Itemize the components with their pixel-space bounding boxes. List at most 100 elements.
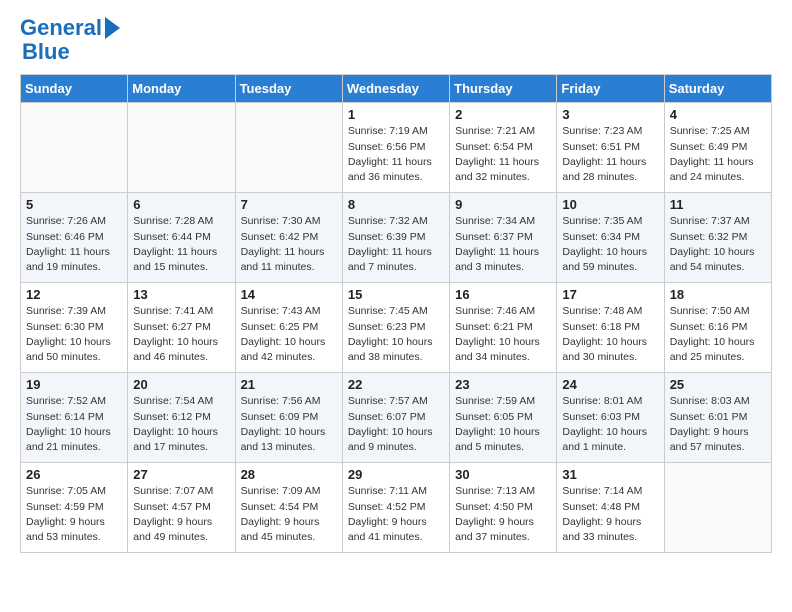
day-info: Sunrise: 7:21 AM Sunset: 6:54 PM Dayligh… [455, 124, 551, 185]
day-number: 5 [26, 197, 122, 212]
calendar-cell: 1 Sunrise: 7:19 AM Sunset: 6:56 PM Daylig… [342, 103, 449, 193]
calendar-cell [128, 103, 235, 193]
day-number: 9 [455, 197, 551, 212]
day-number: 14 [241, 287, 337, 302]
day-number: 26 [26, 467, 122, 482]
day-info: Sunrise: 7:46 AM Sunset: 6:21 PM Dayligh… [455, 304, 551, 365]
day-info: Sunrise: 7:56 AM Sunset: 6:09 PM Dayligh… [241, 394, 337, 455]
calendar-cell: 9 Sunrise: 7:34 AM Sunset: 6:37 PM Daylig… [450, 193, 557, 283]
calendar-table: SundayMondayTuesdayWednesdayThursdayFrid… [20, 74, 772, 553]
day-info: Sunrise: 7:14 AM Sunset: 4:48 PM Dayligh… [562, 484, 658, 545]
day-number: 7 [241, 197, 337, 212]
weekday-header: Saturday [664, 75, 771, 103]
calendar-cell: 21 Sunrise: 7:56 AM Sunset: 6:09 PM Dayli… [235, 373, 342, 463]
calendar-cell: 19 Sunrise: 7:52 AM Sunset: 6:14 PM Dayli… [21, 373, 128, 463]
day-number: 27 [133, 467, 229, 482]
calendar-cell: 26Sunrise: 7:05 AM Sunset: 4:59 PM Dayli… [21, 463, 128, 553]
calendar-week-row: 26Sunrise: 7:05 AM Sunset: 4:59 PM Dayli… [21, 463, 772, 553]
day-info: Sunrise: 7:23 AM Sunset: 6:51 PM Dayligh… [562, 124, 658, 185]
day-number: 6 [133, 197, 229, 212]
day-info: Sunrise: 7:48 AM Sunset: 6:18 PM Dayligh… [562, 304, 658, 365]
day-info: Sunrise: 7:39 AM Sunset: 6:30 PM Dayligh… [26, 304, 122, 365]
day-info: Sunrise: 7:30 AM Sunset: 6:42 PM Dayligh… [241, 214, 337, 275]
day-info: Sunrise: 8:01 AM Sunset: 6:03 PM Dayligh… [562, 394, 658, 455]
calendar-cell: 13Sunrise: 7:41 AM Sunset: 6:27 PM Dayli… [128, 283, 235, 373]
calendar-cell: 11Sunrise: 7:37 AM Sunset: 6:32 PM Dayli… [664, 193, 771, 283]
calendar-week-row: 5Sunrise: 7:26 AM Sunset: 6:46 PM Daylig… [21, 193, 772, 283]
logo-text: General [20, 16, 102, 40]
calendar-cell: 7 Sunrise: 7:30 AM Sunset: 6:42 PM Daylig… [235, 193, 342, 283]
day-number: 16 [455, 287, 551, 302]
calendar-cell: 6Sunrise: 7:28 AM Sunset: 6:44 PM Daylig… [128, 193, 235, 283]
calendar-cell: 27 Sunrise: 7:07 AM Sunset: 4:57 PM Dayli… [128, 463, 235, 553]
day-number: 12 [26, 287, 122, 302]
calendar-cell: 24 Sunrise: 8:01 AM Sunset: 6:03 PM Dayli… [557, 373, 664, 463]
calendar-cell: 15 Sunrise: 7:45 AM Sunset: 6:23 PM Dayli… [342, 283, 449, 373]
day-number: 28 [241, 467, 337, 482]
calendar-cell: 4 Sunrise: 7:25 AM Sunset: 6:49 PM Daylig… [664, 103, 771, 193]
calendar-week-row: 12 Sunrise: 7:39 AM Sunset: 6:30 PM Dayli… [21, 283, 772, 373]
day-info: Sunrise: 7:45 AM Sunset: 6:23 PM Dayligh… [348, 304, 444, 365]
header-row: SundayMondayTuesdayWednesdayThursdayFrid… [21, 75, 772, 103]
calendar-cell: 16 Sunrise: 7:46 AM Sunset: 6:21 PM Dayli… [450, 283, 557, 373]
day-number: 18 [670, 287, 766, 302]
calendar-cell [664, 463, 771, 553]
calendar-cell: 10Sunrise: 7:35 AM Sunset: 6:34 PM Dayli… [557, 193, 664, 283]
day-info: Sunrise: 7:07 AM Sunset: 4:57 PM Dayligh… [133, 484, 229, 545]
day-info: Sunrise: 7:54 AM Sunset: 6:12 PM Dayligh… [133, 394, 229, 455]
day-number: 19 [26, 377, 122, 392]
day-number: 21 [241, 377, 337, 392]
day-number: 22 [348, 377, 444, 392]
day-number: 3 [562, 107, 658, 122]
day-info: Sunrise: 7:59 AM Sunset: 6:05 PM Dayligh… [455, 394, 551, 455]
calendar-cell [235, 103, 342, 193]
weekday-header: Tuesday [235, 75, 342, 103]
calendar-cell: 20Sunrise: 7:54 AM Sunset: 6:12 PM Dayli… [128, 373, 235, 463]
logo: General Blue [20, 16, 120, 64]
day-info: Sunrise: 7:37 AM Sunset: 6:32 PM Dayligh… [670, 214, 766, 275]
calendar-week-row: 19 Sunrise: 7:52 AM Sunset: 6:14 PM Dayli… [21, 373, 772, 463]
weekday-header: Sunday [21, 75, 128, 103]
day-info: Sunrise: 7:19 AM Sunset: 6:56 PM Dayligh… [348, 124, 444, 185]
calendar-cell: 18 Sunrise: 7:50 AM Sunset: 6:16 PM Dayli… [664, 283, 771, 373]
day-info: Sunrise: 7:11 AM Sunset: 4:52 PM Dayligh… [348, 484, 444, 545]
calendar-cell: 31 Sunrise: 7:14 AM Sunset: 4:48 PM Dayli… [557, 463, 664, 553]
day-number: 15 [348, 287, 444, 302]
weekday-header: Thursday [450, 75, 557, 103]
day-number: 24 [562, 377, 658, 392]
day-info: Sunrise: 8:03 AM Sunset: 6:01 PM Dayligh… [670, 394, 766, 455]
day-info: Sunrise: 7:57 AM Sunset: 6:07 PM Dayligh… [348, 394, 444, 455]
day-info: Sunrise: 7:25 AM Sunset: 6:49 PM Dayligh… [670, 124, 766, 185]
calendar-cell: 3 Sunrise: 7:23 AM Sunset: 6:51 PM Daylig… [557, 103, 664, 193]
calendar-cell: 8Sunrise: 7:32 AM Sunset: 6:39 PM Daylig… [342, 193, 449, 283]
day-info: Sunrise: 7:50 AM Sunset: 6:16 PM Dayligh… [670, 304, 766, 365]
logo-blue: Blue [22, 40, 120, 64]
calendar-cell: 23 Sunrise: 7:59 AM Sunset: 6:05 PM Dayli… [450, 373, 557, 463]
day-number: 2 [455, 107, 551, 122]
calendar-cell: 28 Sunrise: 7:09 AM Sunset: 4:54 PM Dayli… [235, 463, 342, 553]
logo-general: General [20, 15, 102, 40]
calendar-cell: 29Sunrise: 7:11 AM Sunset: 4:52 PM Dayli… [342, 463, 449, 553]
day-number: 4 [670, 107, 766, 122]
weekday-header: Wednesday [342, 75, 449, 103]
calendar-cell [21, 103, 128, 193]
page-container: General Blue SundayMondayTuesdayWednesda… [0, 0, 792, 563]
day-info: Sunrise: 7:34 AM Sunset: 6:37 PM Dayligh… [455, 214, 551, 275]
page-header: General Blue [20, 16, 772, 64]
day-number: 30 [455, 467, 551, 482]
logo-arrow-icon [105, 17, 120, 39]
day-info: Sunrise: 7:09 AM Sunset: 4:54 PM Dayligh… [241, 484, 337, 545]
day-number: 1 [348, 107, 444, 122]
day-info: Sunrise: 7:43 AM Sunset: 6:25 PM Dayligh… [241, 304, 337, 365]
day-number: 31 [562, 467, 658, 482]
day-info: Sunrise: 7:32 AM Sunset: 6:39 PM Dayligh… [348, 214, 444, 275]
weekday-header: Friday [557, 75, 664, 103]
day-number: 23 [455, 377, 551, 392]
calendar-cell: 30Sunrise: 7:13 AM Sunset: 4:50 PM Dayli… [450, 463, 557, 553]
day-info: Sunrise: 7:52 AM Sunset: 6:14 PM Dayligh… [26, 394, 122, 455]
day-info: Sunrise: 7:35 AM Sunset: 6:34 PM Dayligh… [562, 214, 658, 275]
calendar-cell: 2 Sunrise: 7:21 AM Sunset: 6:54 PM Daylig… [450, 103, 557, 193]
day-number: 13 [133, 287, 229, 302]
day-number: 17 [562, 287, 658, 302]
weekday-header: Monday [128, 75, 235, 103]
